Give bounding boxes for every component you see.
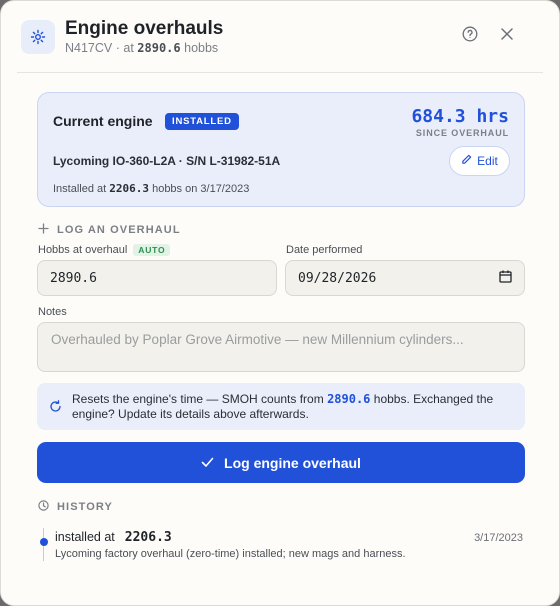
history-item-title: installed at 2206.3 (55, 530, 172, 545)
close-button[interactable] (497, 26, 517, 46)
tail-number: N417CV (65, 41, 113, 55)
date-field-label: Date performed (286, 244, 362, 256)
date-input-value: 09/28/2026 (298, 270, 377, 286)
engine-overhauls-dialog: Engine overhauls N417CV · at 2890.6 hobb… (0, 0, 560, 606)
notes-label-text: Notes (38, 306, 67, 318)
hobbs-unit: hobbs (184, 41, 219, 55)
info-prefix: Resets the engine's time — SMOH counts f… (72, 392, 324, 406)
help-button[interactable] (460, 26, 480, 46)
edit-engine-button[interactable]: Edit (449, 146, 510, 176)
installed-suffix: hobbs on 3/17/2023 (152, 183, 250, 195)
history-section-label: HISTORY (38, 500, 113, 514)
hours-since-overhaul: 684.3 hrs (411, 106, 509, 127)
notes-placeholder: Overhauled by Poplar Grove Airmotive — n… (51, 332, 464, 347)
at-label: · at (115, 41, 134, 55)
reset-info-box: Resets the engine's time — SMOH counts f… (37, 383, 525, 430)
installed-badge: INSTALLED (165, 113, 239, 130)
date-label-text: Date performed (286, 244, 363, 256)
plus-icon (38, 223, 49, 237)
history-item-date: 3/17/2023 (474, 532, 523, 544)
edit-label: Edit (477, 154, 498, 168)
installed-prefix: Installed at (53, 183, 107, 195)
dialog-title: Engine overhauls (65, 18, 224, 39)
info-hobbs: 2890.6 (327, 392, 371, 406)
current-engine-title: Current engine (53, 113, 153, 129)
installed-hobbs: 2206.3 (109, 182, 150, 195)
refresh-icon (49, 400, 62, 418)
date-input[interactable]: 09/28/2026 (285, 260, 525, 296)
hobbs-label-text: Hobbs at overhaul (38, 244, 128, 256)
reset-info-text: Resets the engine's time — SMOH counts f… (72, 392, 511, 421)
history-item-prefix: installed at (55, 530, 115, 544)
notes-textarea[interactable]: Overhauled by Poplar Grove Airmotive — n… (37, 322, 525, 372)
clock-icon (38, 500, 49, 514)
engine-model: Lycoming IO-360-L2A · S/N L-31982-51A (53, 154, 281, 168)
dialog-subtitle: N417CV · at 2890.6 hobbs (65, 41, 218, 55)
hobbs-input-value: 2890.6 (50, 270, 97, 286)
gear-icon (21, 20, 55, 54)
log-engine-overhaul-button[interactable]: Log engine overhaul (37, 442, 525, 483)
current-hobbs: 2890.6 (137, 41, 181, 55)
hobbs-input[interactable]: 2890.6 (37, 260, 277, 296)
hobbs-field-label: Hobbs at overhaul AUTO (38, 244, 171, 256)
pencil-icon (461, 154, 472, 168)
timeline-dot (40, 538, 48, 546)
installed-info: Installed at 2206.3 hobbs on 3/17/2023 (53, 182, 249, 195)
history-label: HISTORY (57, 501, 113, 513)
log-overhaul-label: LOG AN OVERHAUL (57, 224, 181, 236)
current-engine-card: Current engine INSTALLED 684.3 hrs SINCE… (37, 92, 525, 207)
log-overhaul-section-label: LOG AN OVERHAUL (38, 223, 181, 237)
notes-field-label: Notes (38, 306, 67, 318)
auto-badge: AUTO (133, 244, 171, 256)
history-item-hobbs: 2206.3 (124, 530, 172, 545)
help-circle-icon (462, 26, 478, 47)
calendar-icon[interactable] (499, 270, 512, 287)
since-overhaul-caption: SINCE OVERHAUL (415, 128, 509, 138)
close-icon (500, 27, 514, 46)
history-item-description: Lycoming factory overhaul (zero-time) in… (55, 548, 406, 560)
log-button-label: Log engine overhaul (224, 454, 361, 471)
check-icon (201, 455, 214, 471)
